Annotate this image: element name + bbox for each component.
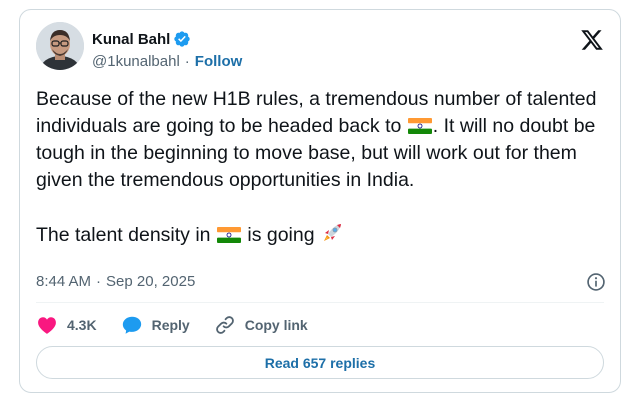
tweet-text: Because of the new H1B rules, a tremendo… <box>36 86 606 249</box>
link-icon <box>215 316 234 334</box>
action-bar: 4.3K Reply Copy link <box>36 313 332 337</box>
read-replies-button[interactable]: Read 657 replies <box>36 346 604 379</box>
rocket-icon <box>320 221 344 245</box>
separator-dot: · <box>96 273 102 290</box>
tweet-paragraph-2: The talent density in is going <box>36 221 606 249</box>
tweet-card: Kunal Bahl @1kunalbahl · Follow Because … <box>19 9 621 393</box>
reply-label: Reply <box>151 317 190 333</box>
tweet-paragraph-1: Because of the new H1B rules, a tremendo… <box>36 86 606 194</box>
handle-row: @1kunalbahl · Follow <box>92 53 242 70</box>
india-flag-icon <box>407 115 432 134</box>
display-name[interactable]: Kunal Bahl <box>92 31 170 48</box>
tweet-text-segment: The talent density in <box>36 224 216 246</box>
heart-icon <box>38 317 56 334</box>
separator-dot: · <box>184 53 190 70</box>
handle[interactable]: @1kunalbahl <box>92 53 180 70</box>
copy-link-label: Copy link <box>244 317 308 333</box>
tweet-meta: 8:44 AM · Sep 20, 2025 <box>36 273 195 290</box>
copy-link-button[interactable]: Copy link <box>214 314 308 336</box>
tweet-time[interactable]: 8:44 AM <box>36 273 91 290</box>
reply-button[interactable]: Reply <box>121 314 190 336</box>
x-logo-icon[interactable] <box>580 28 604 52</box>
avatar[interactable] <box>36 22 84 70</box>
reply-bubble-icon <box>122 316 141 334</box>
info-icon[interactable] <box>586 272 606 292</box>
india-flag-icon <box>216 224 241 243</box>
name-row: Kunal Bahl <box>92 30 191 48</box>
like-button[interactable]: 4.3K <box>36 314 97 336</box>
verified-badge-icon <box>173 30 191 48</box>
tweet-header: Kunal Bahl @1kunalbahl · Follow <box>36 22 604 78</box>
tweet-text-segment: is going <box>241 224 320 246</box>
follow-button[interactable]: Follow <box>195 53 243 70</box>
read-replies-label: Read 657 replies <box>264 354 376 371</box>
divider <box>36 302 604 303</box>
tweet-date[interactable]: Sep 20, 2025 <box>106 273 195 290</box>
like-count: 4.3K <box>67 317 97 333</box>
